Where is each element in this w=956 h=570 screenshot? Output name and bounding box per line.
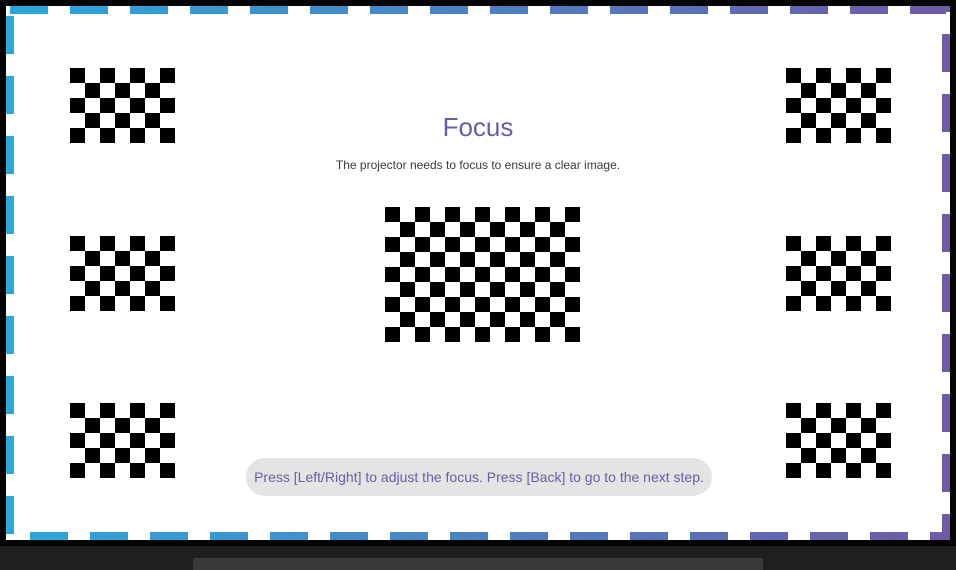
instruction-hint-pill: Press [Left/Right] to adjust the focus. … — [246, 458, 712, 496]
instruction-hint-text: Press [Left/Right] to adjust the focus. … — [254, 469, 704, 485]
page-subtitle: The projector needs to focus to ensure a… — [335, 158, 621, 172]
checkerboard-pattern-icon — [70, 236, 175, 311]
page-title: Focus — [442, 112, 514, 142]
device-stand — [193, 558, 763, 570]
checkerboard-pattern-icon — [70, 403, 175, 478]
projector-display: Focus The projector needs to focus to en… — [0, 0, 956, 570]
checkerboard-pattern-icon — [786, 236, 891, 311]
checkerboard-pattern-icon — [786, 403, 891, 478]
center-checkerboard-pattern-icon — [385, 207, 580, 342]
focus-calibration-screen: Focus The projector needs to focus to en… — [6, 6, 950, 540]
